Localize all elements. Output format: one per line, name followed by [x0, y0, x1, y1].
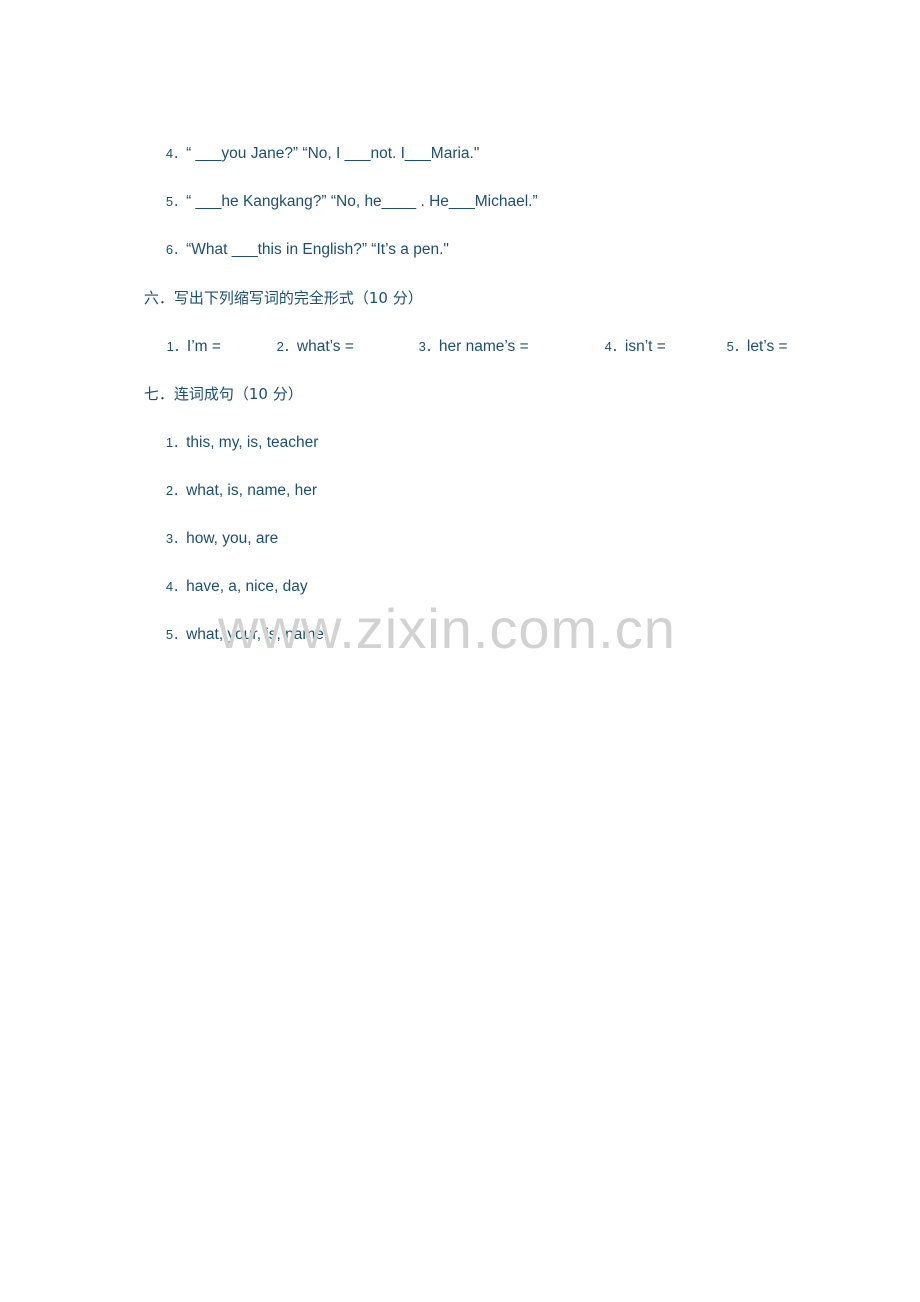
item-text: “ ___you Jane?” “No, I ___not. I___Maria… [186, 145, 480, 162]
section-six-title: 写出下列缩写词的完全形式 [173, 289, 354, 307]
item-text: have, a, nice, day [186, 578, 308, 595]
section-seven-score: （10 分） [233, 385, 303, 403]
item-text: let’s = [746, 338, 788, 355]
item-text: her name’s = [438, 338, 529, 355]
section-seven-title: 连词成句 [173, 385, 234, 403]
item-number: 3． [418, 339, 439, 354]
abbrev-item: 4．isn’t = [578, 318, 666, 374]
abbrev-item: 5．let’s = [700, 318, 788, 374]
item-number: 2． [165, 483, 187, 498]
section-seven-label: 七． [143, 385, 174, 403]
abbrev-item: 3．her name’s = [392, 318, 529, 374]
watermark: www.zixin.com.cn [218, 597, 676, 660]
item-number: 5． [726, 339, 747, 354]
document-page: 4．“ ___you Jane?” “No, I ___not. I___Mar… [0, 0, 920, 1302]
item-number: 6． [165, 242, 187, 257]
item-text: isn’t = [624, 338, 666, 355]
item-text: “What ___this in English?” “It’s a pen." [186, 241, 449, 258]
item-number: 1． [166, 339, 187, 354]
item-text: what, is, name, her [186, 482, 318, 499]
item-number: 4． [165, 146, 187, 161]
section-six-score: （10 分） [353, 289, 423, 307]
item-text: I’m = [186, 338, 221, 355]
section-six-label: 六． [143, 289, 174, 307]
item-number: 4． [604, 339, 625, 354]
item-number: 1． [165, 435, 187, 450]
item-number: 5． [165, 627, 187, 642]
item-text: this, my, is, teacher [186, 434, 319, 451]
item-text: “ ___he Kangkang?” “No, he____ . He___Mi… [186, 193, 538, 210]
item-text: what’s = [296, 338, 354, 355]
item-text: how, you, are [186, 530, 279, 547]
item-number: 3． [165, 531, 187, 546]
item-number: 4． [165, 579, 187, 594]
item-number: 5． [165, 194, 187, 209]
item-number: 2． [276, 339, 297, 354]
